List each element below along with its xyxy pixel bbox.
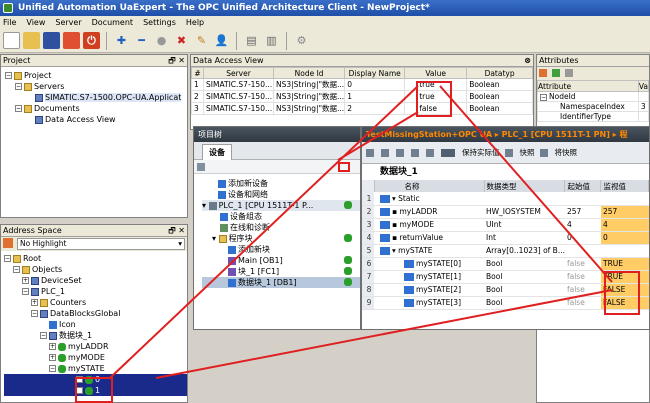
annotation-line	[337, 111, 419, 161]
annotation-line	[439, 85, 613, 283]
annotation-line	[109, 85, 419, 379]
annotation-lines	[109, 85, 613, 379]
annotation-line	[155, 289, 613, 379]
